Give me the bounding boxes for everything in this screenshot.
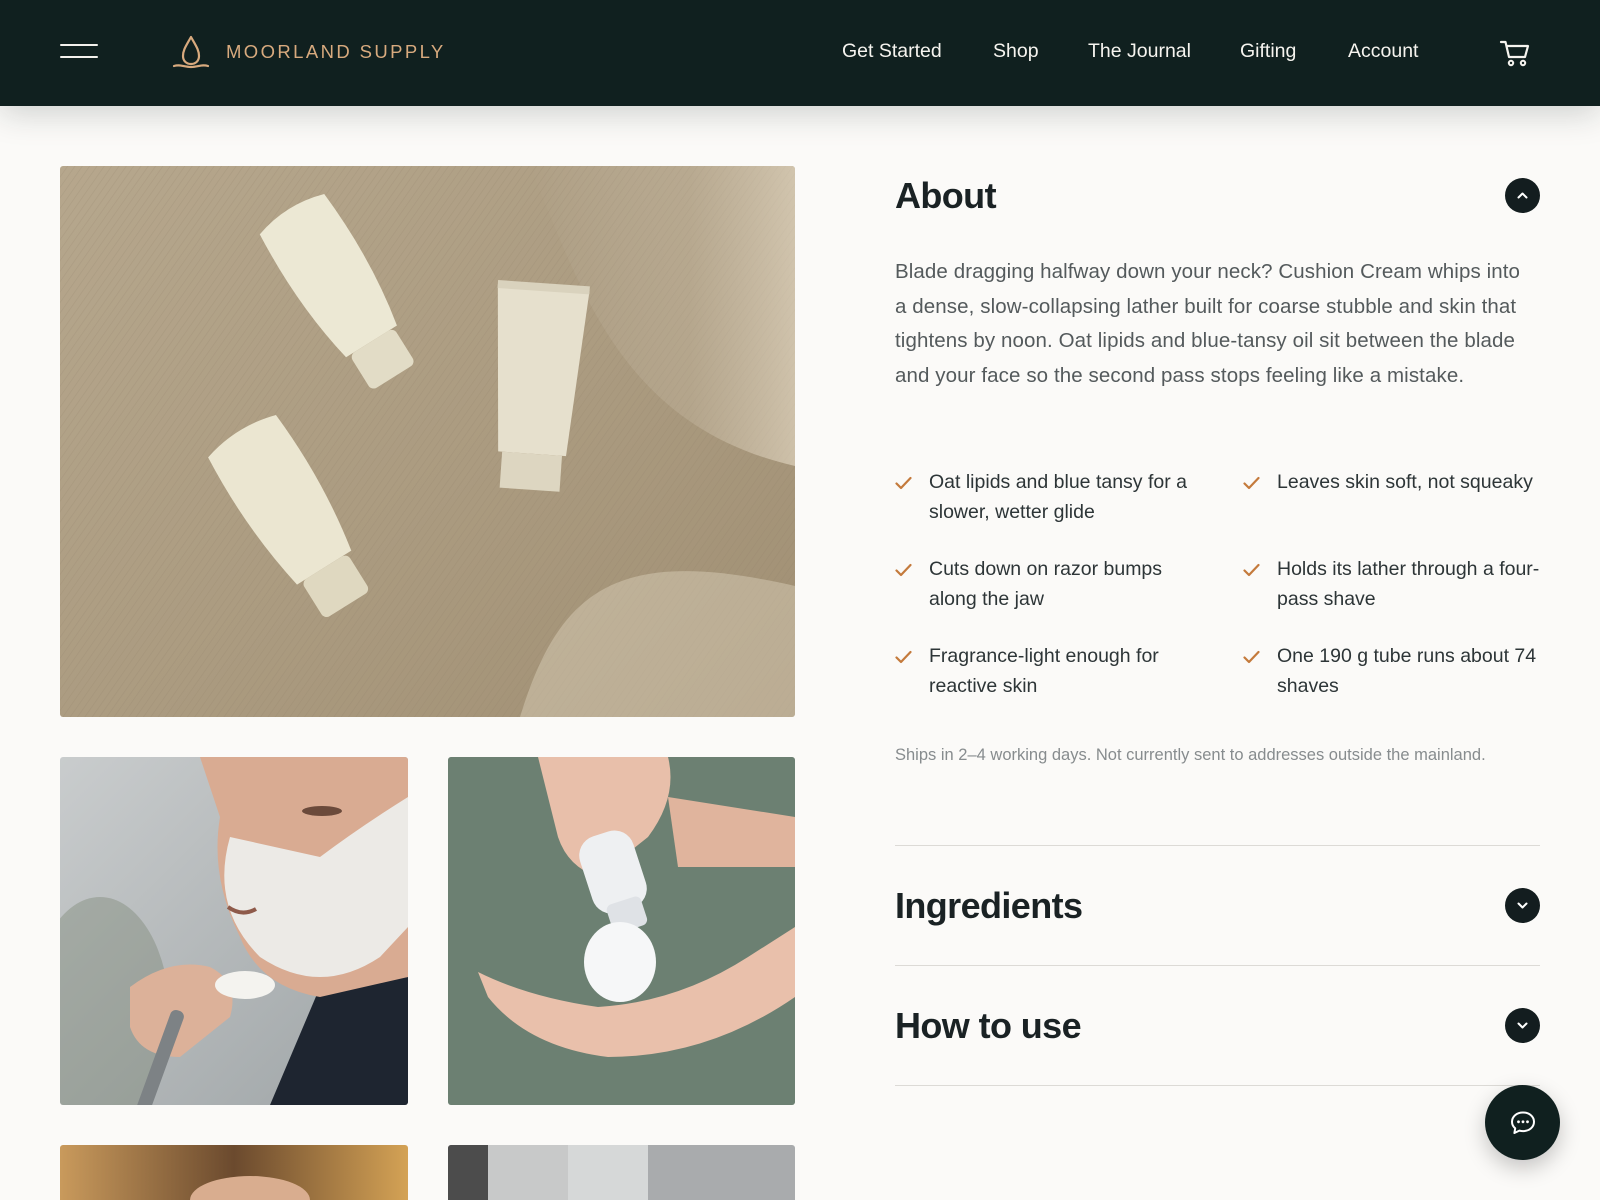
chat-bubble-icon — [1511, 1111, 1535, 1134]
chevron-up-icon — [1517, 192, 1528, 199]
expand-how-to-use-toggle[interactable] — [1505, 1008, 1540, 1043]
product-image-partial-1[interactable] — [60, 1145, 408, 1200]
product-image-tubes[interactable] — [60, 166, 795, 717]
product-image-foam[interactable] — [448, 757, 795, 1105]
check-icon — [895, 650, 912, 664]
section-divider — [895, 1085, 1540, 1086]
benefit-text: Fragrance-light enough for reactive skin — [929, 645, 1159, 697]
product-image-shaving[interactable] — [60, 757, 408, 1105]
nav-shop[interactable]: Shop — [993, 40, 1039, 63]
collapse-about-toggle[interactable] — [1505, 178, 1540, 213]
check-icon — [895, 563, 912, 577]
check-icon — [1243, 476, 1260, 490]
flame-logo-icon — [172, 35, 210, 69]
ingredients-title[interactable]: Ingredients — [895, 885, 1083, 927]
product-image-partial-2[interactable] — [448, 1145, 795, 1200]
chevron-down-icon — [1517, 1022, 1528, 1029]
check-icon — [1243, 563, 1260, 577]
benefit-item: One 190 g tube runs about 74 shaves — [1243, 642, 1553, 701]
chevron-down-icon — [1517, 902, 1528, 909]
brand-name: MOORLAND SUPPLY — [226, 41, 446, 62]
nav-account[interactable]: Account — [1348, 40, 1418, 63]
shipping-note: Ships in 2–4 working days. Not currently… — [895, 746, 1486, 764]
section-divider — [895, 965, 1540, 966]
about-title[interactable]: About — [895, 175, 997, 217]
nav-gifting[interactable]: Gifting — [1240, 40, 1296, 63]
expand-ingredients-toggle[interactable] — [1505, 888, 1540, 923]
nav-get-started[interactable]: Get Started — [842, 40, 942, 63]
benefit-item: Cuts down on razor bumps along the jaw — [895, 555, 1205, 614]
benefit-item: Oat lipids and blue tansy for a slower, … — [895, 468, 1205, 527]
section-divider — [895, 845, 1540, 846]
benefit-item: Fragrance-light enough for reactive skin — [895, 642, 1205, 701]
nav-the-journal[interactable]: The Journal — [1088, 40, 1191, 63]
cart-icon[interactable] — [1499, 37, 1531, 69]
benefit-item: Holds its lather through a four-pass sha… — [1243, 555, 1553, 614]
benefit-text: Oat lipids and blue tansy for a slower, … — [929, 471, 1187, 523]
check-icon — [895, 476, 912, 490]
hamburger-menu-icon[interactable] — [60, 42, 98, 62]
benefit-text: Holds its lather through a four-pass sha… — [1277, 558, 1540, 610]
brand-logo[interactable]: MOORLAND SUPPLY — [172, 34, 446, 70]
benefit-item: Leaves skin soft, not squeaky — [1243, 468, 1553, 498]
how-to-use-title[interactable]: How to use — [895, 1005, 1082, 1047]
benefit-text: One 190 g tube runs about 74 shaves — [1277, 645, 1537, 697]
chat-button[interactable] — [1485, 1085, 1560, 1160]
benefit-text: Leaves skin soft, not squeaky — [1277, 471, 1533, 493]
site-header: MOORLAND SUPPLY Get Started Shop The Jou… — [0, 0, 1600, 106]
check-icon — [1243, 650, 1260, 664]
about-description: Blade dragging halfway down your neck? C… — [895, 260, 1521, 387]
benefit-text: Cuts down on razor bumps along the jaw — [929, 558, 1163, 610]
